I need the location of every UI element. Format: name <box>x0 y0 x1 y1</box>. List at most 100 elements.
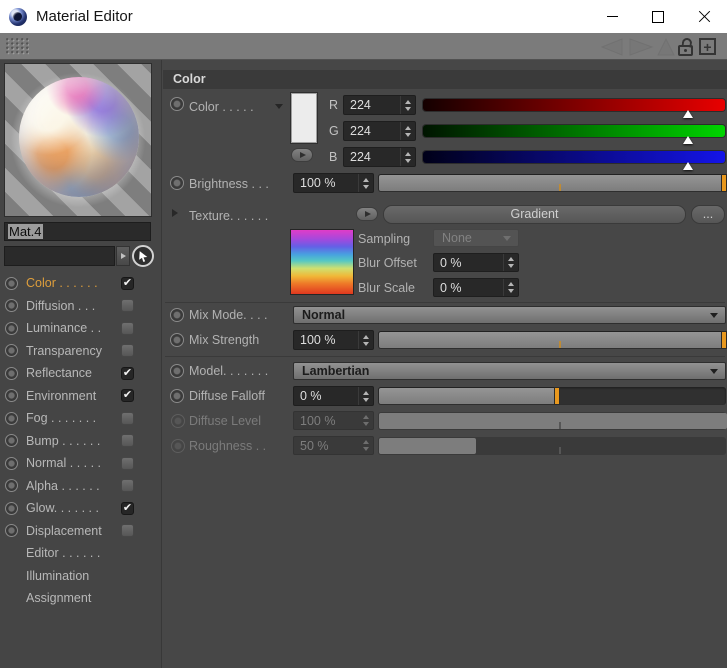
sidebar-channel-glow[interactable]: Glow. . . . . . . <box>0 497 162 520</box>
channel-radio-icon[interactable] <box>5 366 18 380</box>
model-dropdown[interactable]: Lambertian <box>293 362 726 380</box>
sidebar-channel-diffusion[interactable]: Diffusion . . . <box>0 295 162 318</box>
spinner-arrows-icon[interactable] <box>400 148 415 166</box>
channel-checkbox[interactable] <box>121 366 134 380</box>
channel-checkbox[interactable] <box>121 456 134 470</box>
channel-radio-icon[interactable] <box>5 524 18 538</box>
channel-label: Bump . . . . . . <box>26 433 101 448</box>
channel-radio-icon[interactable] <box>5 501 18 515</box>
texture-more-button[interactable]: ... <box>691 205 725 224</box>
channel-radio-icon[interactable] <box>5 411 18 425</box>
diffuse-falloff-slider[interactable] <box>378 387 726 405</box>
mix-strength-radio[interactable] <box>170 333 184 347</box>
spinner-arrows-icon[interactable] <box>400 96 415 114</box>
brightness-spinner[interactable]: 100 % <box>293 173 374 193</box>
spinner-arrows-icon[interactable] <box>358 387 373 405</box>
diffuse-falloff-slider-handle[interactable] <box>554 388 559 404</box>
channel-radio-icon[interactable] <box>5 299 18 313</box>
channel-checkbox[interactable] <box>121 434 134 448</box>
sidebar-channel-bump[interactable]: Bump . . . . . . <box>0 430 162 453</box>
sidebar-channel-illumination[interactable]: Illumination <box>0 565 162 588</box>
preset-dropdown-button[interactable] <box>116 246 130 266</box>
sidebar-channel-editor[interactable]: Editor . . . . . . <box>0 542 162 565</box>
channel-radio-icon[interactable] <box>5 276 18 290</box>
mix-mode-dropdown[interactable]: Normal <box>293 306 726 324</box>
material-name-input[interactable]: Mat.4 <box>4 222 151 241</box>
channel-checkbox[interactable] <box>121 299 134 313</box>
green-value-spinner[interactable]: 224 <box>343 121 416 141</box>
dropdown-arrow-icon <box>710 313 718 318</box>
color-label: Color . . . . . <box>189 100 254 114</box>
texture-thumbnail[interactable] <box>290 229 354 295</box>
texture-gradient-button[interactable]: Gradient <box>383 205 686 224</box>
mix-mode-radio[interactable] <box>170 308 184 322</box>
mix-strength-spinner[interactable]: 100 % <box>293 330 374 350</box>
sidebar-channel-normal[interactable]: Normal . . . . . <box>0 452 162 475</box>
sidebar-channel-alpha[interactable]: Alpha . . . . . . <box>0 475 162 498</box>
pyramid-icon[interactable] <box>657 37 675 57</box>
color-swatch[interactable] <box>291 93 317 143</box>
minimize-button[interactable] <box>589 0 635 33</box>
lock-button[interactable] <box>677 37 695 56</box>
brightness-radio[interactable] <box>170 176 184 190</box>
channel-checkbox[interactable] <box>121 524 134 538</box>
model-radio[interactable] <box>170 364 184 378</box>
channel-checkbox[interactable] <box>121 501 134 515</box>
spinner-arrows-icon[interactable] <box>358 174 373 192</box>
sidebar-channel-assignment[interactable]: Assignment <box>0 587 162 610</box>
material-preview[interactable] <box>4 63 152 217</box>
blur-scale-spinner[interactable]: 0 % <box>433 278 519 297</box>
texture-expander-icon[interactable] <box>172 209 178 217</box>
blue-slider-handle[interactable] <box>683 162 694 170</box>
spinner-arrows-icon[interactable] <box>358 331 373 349</box>
pick-material-button[interactable] <box>132 245 154 267</box>
brightness-slider-handle[interactable] <box>722 175 726 191</box>
green-slider[interactable] <box>423 125 725 144</box>
channel-checkbox[interactable] <box>121 479 134 493</box>
spinner-arrows-icon[interactable] <box>503 254 518 271</box>
sidebar-channel-luminance[interactable]: Luminance . . <box>0 317 162 340</box>
channel-label: Glow. . . . . . . <box>26 501 99 516</box>
sidebar-channel-reflectance[interactable]: Reflectance <box>0 362 162 385</box>
color-animation-radio[interactable] <box>170 97 184 111</box>
expand-color-button[interactable] <box>291 148 313 162</box>
red-slider-handle[interactable] <box>683 110 694 118</box>
sidebar-channel-environment[interactable]: Environment <box>0 385 162 408</box>
sidebar-channel-displacement[interactable]: Displacement <box>0 520 162 543</box>
mix-strength-slider[interactable] <box>378 331 727 349</box>
preset-field[interactable] <box>4 246 115 266</box>
blur-offset-spinner[interactable]: 0 % <box>433 253 519 272</box>
color-options-arrow-icon[interactable] <box>275 104 283 109</box>
close-button[interactable] <box>681 0 727 33</box>
sidebar-channel-transparency[interactable]: Transparency <box>0 340 162 363</box>
channel-radio-icon[interactable] <box>5 456 18 470</box>
spinner-arrows-icon[interactable] <box>400 122 415 140</box>
sidebar-channel-fog[interactable]: Fog . . . . . . . <box>0 407 162 430</box>
red-slider[interactable] <box>423 99 725 118</box>
maximize-button[interactable] <box>635 0 681 33</box>
channel-radio-icon[interactable] <box>5 434 18 448</box>
red-value-spinner[interactable]: 224 <box>343 95 416 115</box>
channel-checkbox[interactable] <box>121 321 134 335</box>
channel-radio-icon[interactable] <box>5 389 18 403</box>
blue-slider[interactable] <box>423 151 725 170</box>
spinner-arrows-icon[interactable] <box>503 279 518 296</box>
channel-checkbox[interactable] <box>121 389 134 403</box>
nav-arrows-icon[interactable] <box>600 37 654 57</box>
channel-checkbox[interactable] <box>121 344 134 358</box>
brightness-slider[interactable] <box>378 174 727 192</box>
channel-radio-icon[interactable] <box>5 479 18 493</box>
sidebar-channel-color[interactable]: Color . . . . . . <box>0 272 162 295</box>
mix-strength-slider-handle[interactable] <box>722 332 726 348</box>
channel-checkbox[interactable] <box>121 411 134 425</box>
channel-checkbox[interactable] <box>121 276 134 290</box>
texture-expand-button[interactable] <box>356 207 378 221</box>
channel-radio-icon[interactable] <box>5 321 18 335</box>
add-button[interactable] <box>699 38 716 55</box>
channel-radio-icon[interactable] <box>5 344 18 358</box>
diffuse-falloff-radio[interactable] <box>170 389 184 403</box>
diffuse-falloff-spinner[interactable]: 0 % <box>293 386 374 406</box>
green-slider-handle[interactable] <box>683 136 694 144</box>
blue-value-spinner[interactable]: 224 <box>343 147 416 167</box>
drag-grip-handle[interactable] <box>6 38 29 55</box>
